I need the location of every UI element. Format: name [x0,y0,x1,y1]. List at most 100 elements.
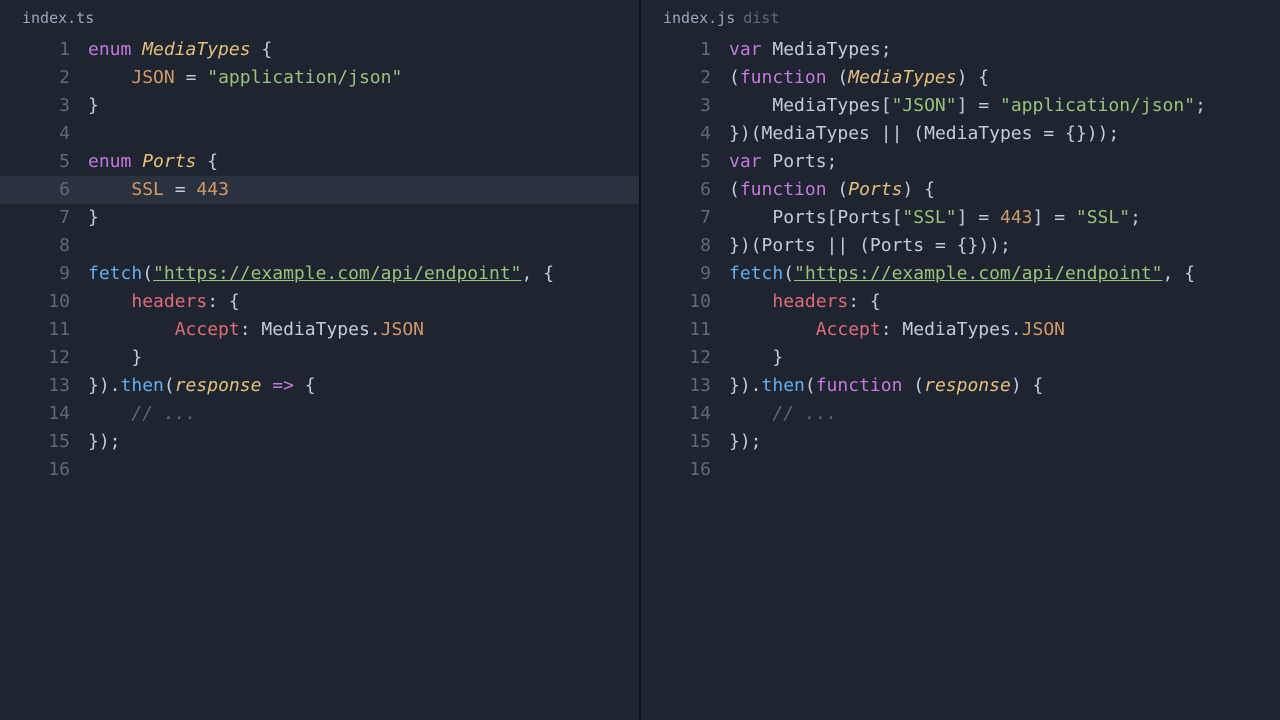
code-content[interactable]: headers: { [88,288,639,316]
code-line[interactable]: 5enum Ports { [0,148,639,176]
code-content[interactable]: JSON = "application/json" [88,64,639,92]
line-number: 8 [0,232,88,260]
code-line[interactable]: 7} [0,204,639,232]
code-content[interactable]: } [88,204,639,232]
right-editor[interactable]: 1var MediaTypes;2(function (MediaTypes) … [641,36,1280,720]
line-number: 2 [0,64,88,92]
code-line[interactable]: 8})(Ports || (Ports = {})); [641,232,1280,260]
code-line[interactable]: 15}); [641,428,1280,456]
code-line[interactable]: 2(function (MediaTypes) { [641,64,1280,92]
code-line[interactable]: 4})(MediaTypes || (MediaTypes = {})); [641,120,1280,148]
code-content[interactable]: Ports[Ports["SSL"] = 443] = "SSL"; [729,204,1280,232]
line-number: 5 [0,148,88,176]
code-content[interactable]: enum MediaTypes { [88,36,639,64]
right-tab-bar[interactable]: index.js dist [641,0,1280,36]
code-content[interactable]: Accept: MediaTypes.JSON [729,316,1280,344]
code-line[interactable]: 14 // ... [641,400,1280,428]
line-number: 8 [641,232,729,260]
code-content[interactable]: (function (MediaTypes) { [729,64,1280,92]
line-number: 7 [641,204,729,232]
code-line[interactable]: 9fetch("https://example.com/api/endpoint… [641,260,1280,288]
code-content[interactable]: }).then(function (response) { [729,372,1280,400]
line-number: 2 [641,64,729,92]
code-line[interactable]: 2 JSON = "application/json" [0,64,639,92]
line-number: 3 [0,92,88,120]
code-content[interactable]: SSL = 443 [88,176,639,204]
line-number: 13 [0,372,88,400]
code-line[interactable]: 3} [0,92,639,120]
code-line[interactable]: 4 [0,120,639,148]
code-content[interactable]: fetch("https://example.com/api/endpoint"… [729,260,1280,288]
line-number: 10 [0,288,88,316]
code-line[interactable]: 13}).then(response => { [0,372,639,400]
code-content[interactable]: MediaTypes["JSON"] = "application/json"; [729,92,1280,120]
code-line[interactable]: 16 [0,456,639,484]
line-number: 14 [641,400,729,428]
line-number: 11 [0,316,88,344]
code-content[interactable]: // ... [88,400,639,428]
code-line[interactable]: 11 Accept: MediaTypes.JSON [641,316,1280,344]
code-content[interactable]: }).then(response => { [88,372,639,400]
code-content[interactable]: enum Ports { [88,148,639,176]
code-line[interactable]: 13}).then(function (response) { [641,372,1280,400]
code-content[interactable]: }); [88,428,639,456]
code-line[interactable]: 10 headers: { [641,288,1280,316]
line-number: 1 [0,36,88,64]
code-line[interactable]: 9fetch("https://example.com/api/endpoint… [0,260,639,288]
code-content[interactable]: fetch("https://example.com/api/endpoint"… [88,260,639,288]
code-line[interactable]: 8 [0,232,639,260]
line-number: 10 [641,288,729,316]
line-number: 15 [641,428,729,456]
code-line[interactable]: 12 } [0,344,639,372]
line-number: 16 [0,456,88,484]
line-number: 15 [0,428,88,456]
code-content[interactable]: } [88,92,639,120]
right-tab-sub: dist [743,9,779,27]
line-number: 6 [641,176,729,204]
line-number: 7 [0,204,88,232]
code-line[interactable]: 12 } [641,344,1280,372]
code-content[interactable]: })(MediaTypes || (MediaTypes = {})); [729,120,1280,148]
code-content[interactable]: var Ports; [729,148,1280,176]
code-line[interactable]: 1enum MediaTypes { [0,36,639,64]
code-line[interactable]: 6 SSL = 443 [0,176,639,204]
code-line[interactable]: 15}); [0,428,639,456]
code-line[interactable]: 11 Accept: MediaTypes.JSON [0,316,639,344]
line-number: 12 [0,344,88,372]
code-content[interactable]: })(Ports || (Ports = {})); [729,232,1280,260]
line-number: 9 [0,260,88,288]
line-number: 3 [641,92,729,120]
code-line[interactable]: 1var MediaTypes; [641,36,1280,64]
line-number: 13 [641,372,729,400]
line-number: 4 [0,120,88,148]
code-line[interactable]: 16 [641,456,1280,484]
line-number: 4 [641,120,729,148]
line-number: 16 [641,456,729,484]
split-view: index.ts 1enum MediaTypes {2 JSON = "app… [0,0,1280,720]
code-content[interactable]: } [729,344,1280,372]
code-line[interactable]: 6(function (Ports) { [641,176,1280,204]
line-number: 12 [641,344,729,372]
left-tab-name: index.ts [22,9,94,27]
code-content[interactable]: // ... [729,400,1280,428]
code-line[interactable]: 7 Ports[Ports["SSL"] = 443] = "SSL"; [641,204,1280,232]
right-tab-name: index.js [663,9,735,27]
left-tab-bar[interactable]: index.ts [0,0,639,36]
code-line[interactable]: 14 // ... [0,400,639,428]
code-content[interactable]: } [88,344,639,372]
code-content[interactable]: }); [729,428,1280,456]
right-pane: index.js dist 1var MediaTypes;2(function… [641,0,1280,720]
line-number: 9 [641,260,729,288]
code-line[interactable]: 10 headers: { [0,288,639,316]
left-editor[interactable]: 1enum MediaTypes {2 JSON = "application/… [0,36,639,720]
left-pane: index.ts 1enum MediaTypes {2 JSON = "app… [0,0,641,720]
code-content[interactable]: Accept: MediaTypes.JSON [88,316,639,344]
line-number: 5 [641,148,729,176]
code-content[interactable]: var MediaTypes; [729,36,1280,64]
line-number: 14 [0,400,88,428]
code-content[interactable]: headers: { [729,288,1280,316]
line-number: 6 [0,176,88,204]
code-line[interactable]: 5var Ports; [641,148,1280,176]
code-line[interactable]: 3 MediaTypes["JSON"] = "application/json… [641,92,1280,120]
code-content[interactable]: (function (Ports) { [729,176,1280,204]
